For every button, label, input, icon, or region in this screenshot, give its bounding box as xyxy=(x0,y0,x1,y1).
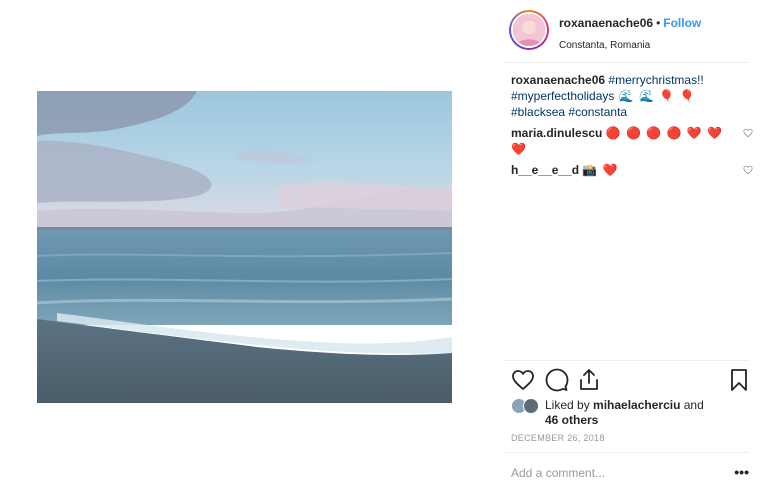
sea-photo-image xyxy=(37,91,452,403)
post-date[interactable]: DECEMBER 26, 2018 xyxy=(511,433,605,443)
liker-username[interactable]: mihaelacherciu xyxy=(593,398,680,412)
comment-item: maria.dinulescu 🔴 🔴 🔴 🔴 ❤️ ❤️ ❤️ xyxy=(511,125,753,157)
hashtag-constanta[interactable]: #constanta xyxy=(568,105,627,119)
comment-bubble-icon xyxy=(545,368,569,392)
heart-outline-icon xyxy=(512,370,534,390)
comment-username[interactable]: h__e__e__d xyxy=(511,163,579,177)
hashtag-myperfectholidays[interactable]: #myperfectholidays xyxy=(511,89,614,103)
profile-avatar-icon xyxy=(513,14,545,46)
comment-box-divider xyxy=(503,452,749,453)
post-author-username[interactable]: roxanaenache06 xyxy=(559,16,653,30)
share-button[interactable] xyxy=(577,368,601,392)
post-side-panel: roxanaenache06 • Follow Constanta, Romania… xyxy=(503,0,753,491)
likes-text: Liked by mihaelacherciu and 46 others xyxy=(545,398,704,427)
hashtag-blacksea[interactable]: #blacksea xyxy=(511,105,565,119)
post-location[interactable]: Constanta, Romania xyxy=(559,40,650,51)
more-options-icon[interactable]: ••• xyxy=(734,464,749,480)
post-caption: roxanaenache06 #merrychristmas!! #myperf… xyxy=(511,72,751,120)
liker-avatars[interactable] xyxy=(511,398,543,414)
post-photo[interactable] xyxy=(37,91,452,403)
like-button[interactable] xyxy=(511,368,535,392)
hashtag-merrychristmas[interactable]: #merrychristmas!! xyxy=(608,73,703,87)
avatar[interactable] xyxy=(509,10,549,50)
comment-like-heart-icon[interactable] xyxy=(743,128,753,138)
add-comment-area: ••• xyxy=(511,464,751,482)
likes-summary: Liked by mihaelacherciu and 46 others xyxy=(511,396,751,428)
comment-item: h__e__e__d 📸 ❤️ xyxy=(511,162,753,178)
post-header: roxanaenache06 • Follow Constanta, Romania xyxy=(503,8,753,54)
header-user-line: roxanaenache06 • Follow xyxy=(559,16,701,30)
caption-emoji: 🌊 🌊 🎈 🎈 xyxy=(618,89,696,103)
actions-divider xyxy=(503,360,749,361)
add-comment-input[interactable] xyxy=(511,464,721,482)
comment-like-heart-icon[interactable] xyxy=(743,165,753,175)
likes-others-link[interactable]: 46 others xyxy=(545,413,598,427)
header-divider xyxy=(503,62,749,63)
bookmark-icon xyxy=(731,369,747,391)
post-actions-bar xyxy=(511,368,751,394)
comment-button[interactable] xyxy=(545,368,569,392)
comment-text: 📸 ❤️ xyxy=(582,163,619,177)
save-button[interactable] xyxy=(727,368,751,392)
separator-dot: • xyxy=(656,16,661,30)
comments-list: roxanaenache06 #merrychristmas!! #myperf… xyxy=(511,72,753,178)
liker-avatar xyxy=(523,398,539,414)
follow-button[interactable]: Follow xyxy=(663,16,701,30)
share-icon xyxy=(580,369,598,390)
caption-username[interactable]: roxanaenache06 xyxy=(511,73,605,87)
comment-username[interactable]: maria.dinulescu xyxy=(511,126,602,140)
